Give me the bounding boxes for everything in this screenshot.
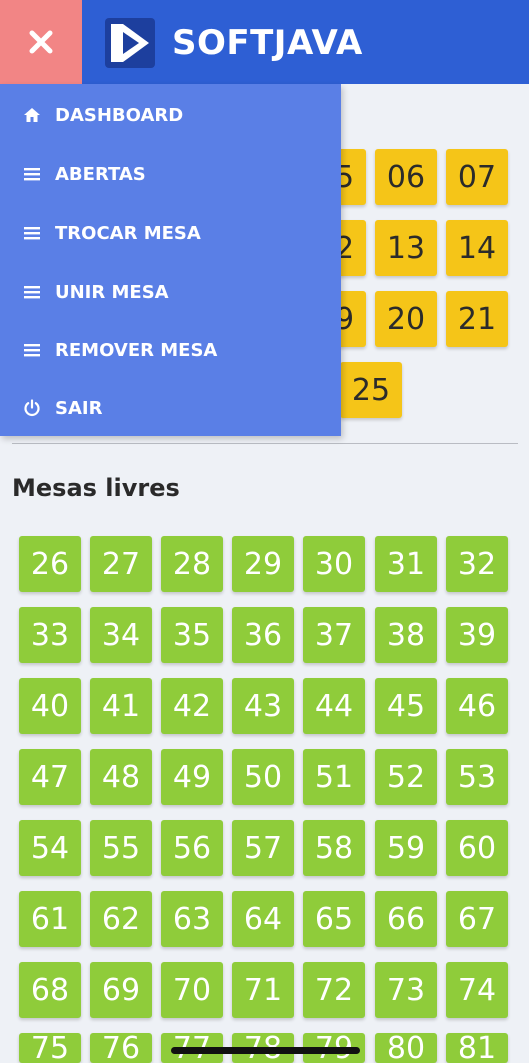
side-menu: DASHBOARD ABERTAS TROCAR MESA UNIR MESA REMO… [0, 84, 341, 436]
free-table-tile[interactable]: 48 [90, 749, 152, 805]
occupied-table-tile[interactable]: 06 [375, 149, 437, 205]
free-table-tile[interactable]: 37 [303, 607, 365, 663]
free-table-tile[interactable]: 50 [232, 749, 294, 805]
free-table-tile[interactable]: 41 [90, 678, 152, 734]
menu-item-abertas[interactable]: ABERTAS [0, 149, 341, 199]
free-table-tile[interactable]: 44 [303, 678, 365, 734]
menu-item-trocar-mesa[interactable]: TROCAR MESA [0, 208, 341, 258]
menu-item-label: UNIR MESA [55, 281, 169, 303]
free-table-tile[interactable]: 26 [19, 536, 81, 592]
occupied-table-tile[interactable]: 14 [446, 220, 508, 276]
free-table-tile[interactable]: 68 [19, 962, 81, 1018]
occupied-table-tile[interactable]: 25 [340, 362, 402, 418]
menu-item-label: SAIR [55, 397, 103, 419]
home-indicator [171, 1047, 360, 1054]
free-table-tile[interactable]: 59 [375, 820, 437, 876]
free-table-tile[interactable]: 65 [303, 891, 365, 947]
free-table-tile[interactable]: 31 [375, 536, 437, 592]
free-table-tile[interactable]: 42 [161, 678, 223, 734]
softjava-logo-icon [105, 18, 155, 68]
home-icon [21, 104, 43, 126]
free-table-tile[interactable]: 58 [303, 820, 365, 876]
free-table-tile[interactable]: 76 [90, 1031, 152, 1063]
free-table-tile[interactable]: 81 [446, 1031, 508, 1063]
free-table-tile[interactable]: 35 [161, 607, 223, 663]
free-table-tile[interactable]: 70 [161, 962, 223, 1018]
menu-item-label: ABERTAS [55, 163, 146, 185]
free-table-tile[interactable]: 39 [446, 607, 508, 663]
free-table-tile[interactable]: 38 [375, 607, 437, 663]
free-tables-title: Mesas livres [12, 474, 180, 502]
free-table-tile[interactable]: 40 [19, 678, 81, 734]
free-table-tile[interactable]: 72 [303, 962, 365, 1018]
menu-item-remover-mesa[interactable]: REMOVER MESA [0, 325, 341, 375]
free-table-tile[interactable]: 60 [446, 820, 508, 876]
hamburger-icon [21, 339, 43, 361]
free-table-tile[interactable]: 69 [90, 962, 152, 1018]
occupied-table-tile[interactable]: 20 [375, 291, 437, 347]
free-table-tile[interactable]: 49 [161, 749, 223, 805]
free-table-tile[interactable]: 33 [19, 607, 81, 663]
free-table-tile[interactable]: 55 [90, 820, 152, 876]
free-table-tile[interactable]: 45 [375, 678, 437, 734]
free-table-tile[interactable]: 73 [375, 962, 437, 1018]
power-icon [21, 397, 43, 419]
free-table-tile[interactable]: 67 [446, 891, 508, 947]
close-icon [29, 30, 53, 54]
menu-item-label: REMOVER MESA [55, 339, 218, 361]
free-table-tile[interactable]: 32 [446, 536, 508, 592]
brand-title: SOFTJAVA [172, 23, 363, 63]
free-table-tile[interactable]: 53 [446, 749, 508, 805]
free-table-tile[interactable]: 74 [446, 962, 508, 1018]
hamburger-icon [21, 222, 43, 244]
occupied-table-tile[interactable]: 07 [446, 149, 508, 205]
free-table-tile[interactable]: 75 [19, 1031, 81, 1063]
menu-item-dashboard[interactable]: DASHBOARD [0, 90, 341, 140]
close-menu-button[interactable] [0, 0, 82, 84]
free-table-tile[interactable]: 80 [375, 1031, 437, 1063]
free-table-tile[interactable]: 51 [303, 749, 365, 805]
hamburger-icon [21, 281, 43, 303]
menu-item-label: TROCAR MESA [55, 222, 201, 244]
free-table-tile[interactable]: 56 [161, 820, 223, 876]
occupied-table-tile[interactable]: 21 [446, 291, 508, 347]
free-table-tile[interactable]: 54 [19, 820, 81, 876]
free-table-tile[interactable]: 43 [232, 678, 294, 734]
free-table-tile[interactable]: 34 [90, 607, 152, 663]
free-table-tile[interactable]: 71 [232, 962, 294, 1018]
free-table-tile[interactable]: 47 [19, 749, 81, 805]
free-table-tile[interactable]: 27 [90, 536, 152, 592]
free-table-tile[interactable]: 46 [446, 678, 508, 734]
free-table-tile[interactable]: 30 [303, 536, 365, 592]
free-table-tile[interactable]: 63 [161, 891, 223, 947]
menu-item-label: DASHBOARD [55, 104, 184, 126]
free-table-tile[interactable]: 57 [232, 820, 294, 876]
free-table-tile[interactable]: 36 [232, 607, 294, 663]
hamburger-icon [21, 163, 43, 185]
free-table-tile[interactable]: 52 [375, 749, 437, 805]
free-table-tile[interactable]: 64 [232, 891, 294, 947]
menu-item-unir-mesa[interactable]: UNIR MESA [0, 267, 341, 317]
section-divider [12, 443, 518, 444]
free-table-tile[interactable]: 62 [90, 891, 152, 947]
free-table-tile[interactable]: 61 [19, 891, 81, 947]
free-table-tile[interactable]: 29 [232, 536, 294, 592]
free-table-tile[interactable]: 28 [161, 536, 223, 592]
app-header: SOFTJAVA [0, 0, 529, 84]
occupied-table-tile[interactable]: 13 [375, 220, 437, 276]
menu-item-sair[interactable]: SAIR [0, 383, 341, 433]
free-table-tile[interactable]: 66 [375, 891, 437, 947]
